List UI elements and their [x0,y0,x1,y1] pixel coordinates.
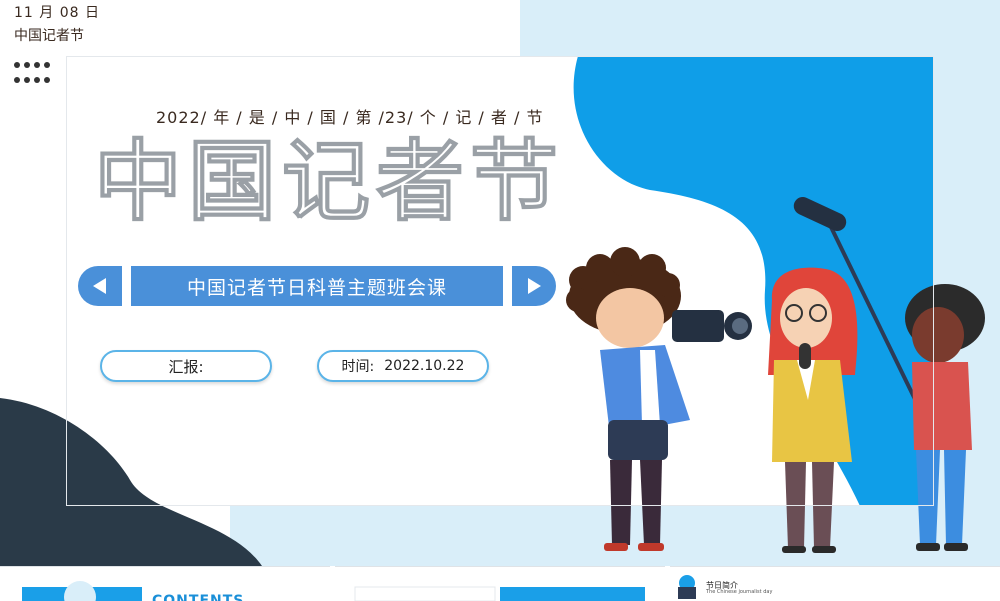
reporter-pill: 汇报: [100,350,272,382]
time-value: 2022.10.22 [384,358,465,374]
arrow-right-button[interactable] [512,266,556,306]
thumbnail-3-subtitle: The Chinese journalist day [706,589,773,595]
reporter-label: 汇报: [168,357,204,376]
header-subtitle: 中国记者节 [14,28,84,44]
thumbnail-figure-icon [678,575,696,599]
thumbnail-3[interactable]: 节日简介 The Chinese journalist day [670,566,1000,601]
time-label: 时间: [341,359,375,375]
arrow-right-icon [528,278,541,294]
time-pill: 时间: 2022.10.22 [317,350,489,382]
thumbnail-strip: CONTENTS 节日简介 The Chinese journalist day [0,566,1000,601]
big-title: 中国记者节 [93,130,565,233]
thumbnail-1[interactable]: CONTENTS [0,566,330,601]
dots-icon [14,62,54,90]
subtitle-banner: 中国记者节日科普主题班会课 [131,266,503,306]
arrow-left-button[interactable] [78,266,122,306]
arrow-left-icon [93,278,106,294]
header-date: 11 月 08 日 [14,5,100,21]
thumbnail-2[interactable] [335,566,665,601]
year-line: 2022/ 年 / 是 / 中 / 国 / 第 /23/ 个 / 记 / 者 /… [156,108,544,127]
